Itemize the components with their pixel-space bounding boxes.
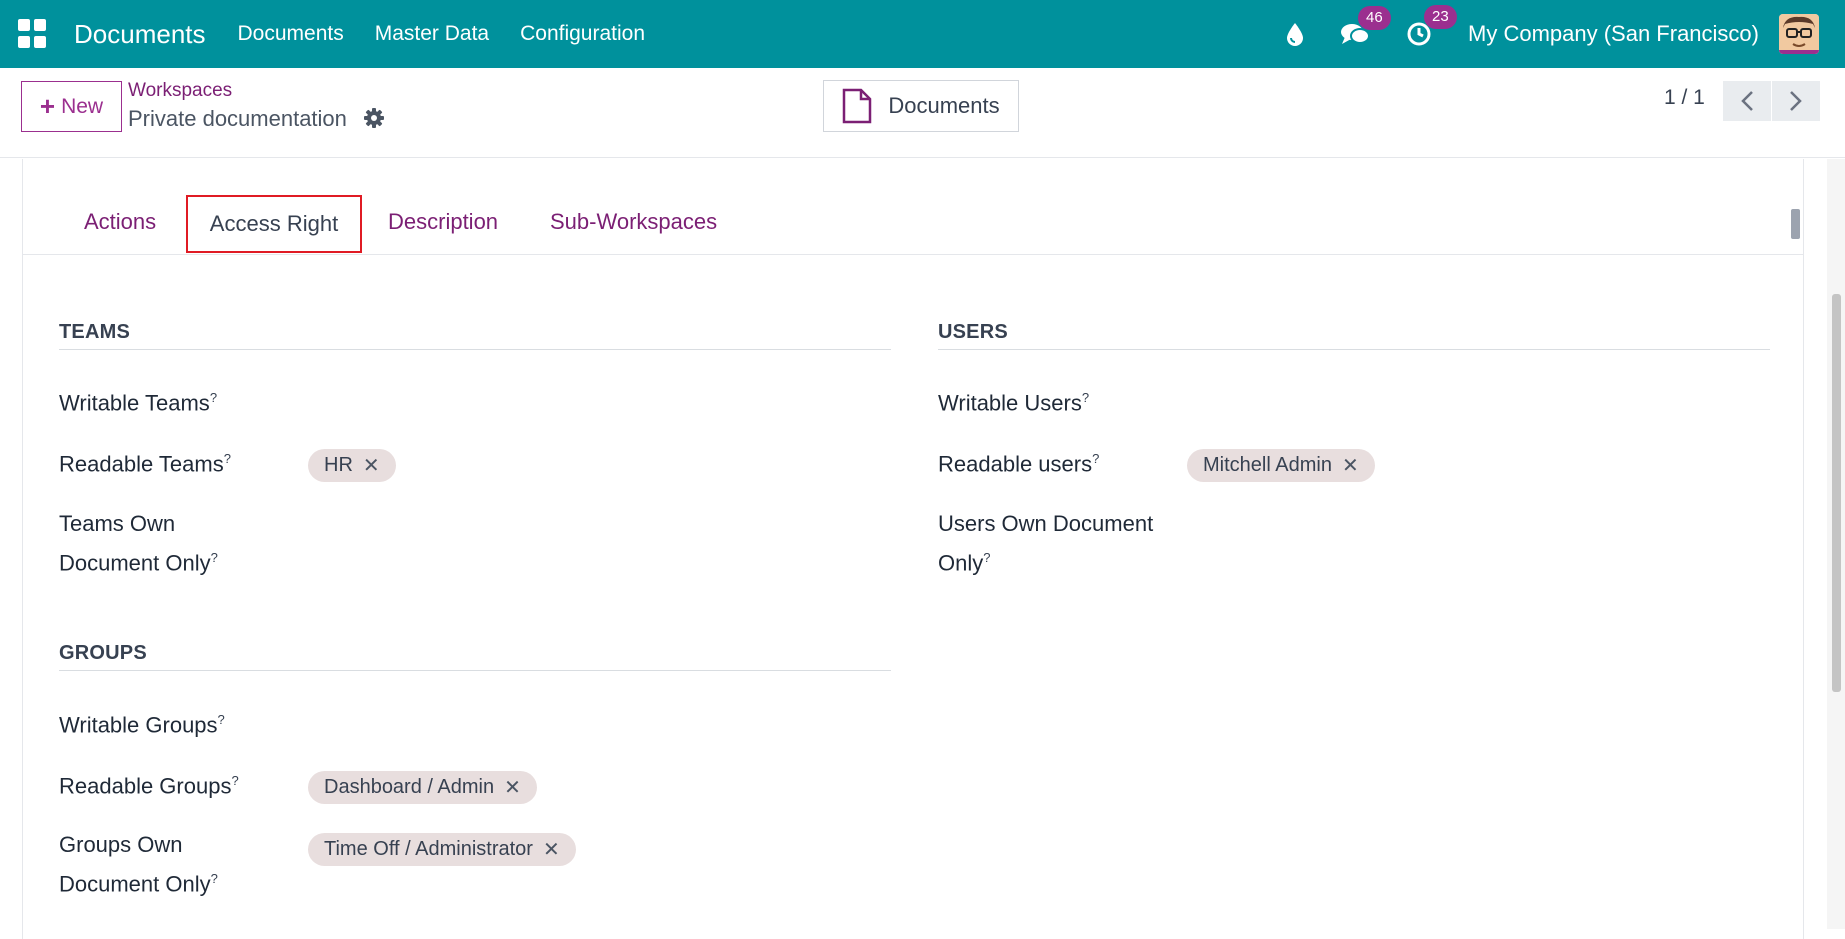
users-section-title: USERS <box>938 321 1008 343</box>
help-icon[interactable]: ? <box>211 550 218 565</box>
menu-documents[interactable]: Documents <box>238 22 344 46</box>
messages-badge: 46 <box>1358 6 1391 30</box>
remove-tag-icon[interactable]: ✕ <box>543 837 560 862</box>
pager-next-button[interactable] <box>1772 81 1820 121</box>
menu-master-data[interactable]: Master Data <box>375 22 489 46</box>
teams-divider <box>59 349 891 350</box>
users-divider <box>938 349 1770 350</box>
tab-actions[interactable]: Actions <box>84 209 156 235</box>
help-icon[interactable]: ? <box>1082 390 1089 405</box>
users-own-document-label: Users Own Document Only? <box>938 511 1154 576</box>
new-button[interactable]: + New <box>21 81 122 132</box>
help-icon[interactable]: ? <box>211 871 218 886</box>
readable-groups-label: Readable Groups? <box>59 773 239 799</box>
droplet-icon[interactable] <box>1286 22 1304 46</box>
readable-users-label: Readable users? <box>938 451 1100 477</box>
notebook-tabs: Actions Access Right Description Sub-Wor… <box>23 195 1803 255</box>
chevron-left-icon <box>1741 91 1753 111</box>
groups-divider <box>59 670 891 671</box>
help-icon[interactable]: ? <box>210 390 217 405</box>
documents-smart-button[interactable]: Documents <box>823 80 1019 132</box>
groups-section-title: GROUPS <box>59 642 147 664</box>
tag-hr: HR ✕ <box>308 449 396 482</box>
chevron-right-icon <box>1790 91 1802 111</box>
file-icon <box>843 88 872 124</box>
apps-menu-icon[interactable] <box>18 19 48 49</box>
control-panel: + New Workspaces Private documentation D… <box>0 68 1845 158</box>
remove-tag-icon[interactable]: ✕ <box>1342 453 1359 478</box>
tag-dashboard-admin: Dashboard / Admin ✕ <box>308 771 537 804</box>
plus-icon: + <box>39 91 56 121</box>
groups-own-document-label: Groups Own Document Only? <box>59 832 218 897</box>
writable-groups-label: Writable Groups? <box>59 712 225 738</box>
page-scrollbar[interactable] <box>1827 159 1845 929</box>
tag-mitchell-admin: Mitchell Admin ✕ <box>1187 449 1375 482</box>
teams-section-title: TEAMS <box>59 321 130 343</box>
teams-own-document-label: Teams Own Document Only? <box>59 511 218 576</box>
chat-icon[interactable]: 46 <box>1340 6 1391 46</box>
breadcrumb-current: Private documentation <box>128 106 347 131</box>
readable-teams-label: Readable Teams? <box>59 451 231 477</box>
tag-time-off-administrator: Time Off / Administrator ✕ <box>308 833 576 866</box>
documents-button-label: Documents <box>888 93 1000 118</box>
tabs-scrollbar[interactable] <box>1788 197 1802 253</box>
pager-value[interactable]: 1 / 1 <box>1664 86 1705 110</box>
app-title[interactable]: Documents <box>74 19 206 50</box>
help-icon[interactable]: ? <box>218 712 225 727</box>
menu-configuration[interactable]: Configuration <box>520 22 645 46</box>
tabs-scrollbar-thumb[interactable] <box>1791 209 1800 239</box>
help-icon[interactable]: ? <box>231 773 238 788</box>
writable-teams-label: Writable Teams? <box>59 390 218 416</box>
help-icon[interactable]: ? <box>224 451 231 466</box>
form-sheet: Actions Access Right Description Sub-Wor… <box>22 159 1804 939</box>
top-navbar: Documents Documents Master Data Configur… <box>0 0 1845 68</box>
activities-badge: 23 <box>1424 5 1457 29</box>
user-avatar[interactable] <box>1779 14 1819 54</box>
help-icon[interactable]: ? <box>1092 451 1099 466</box>
activity-clock-icon[interactable]: 23 <box>1406 5 1457 47</box>
company-switcher[interactable]: My Company (San Francisco) <box>1468 21 1759 47</box>
tab-sub-workspaces[interactable]: Sub-Workspaces <box>550 209 717 235</box>
remove-tag-icon[interactable]: ✕ <box>363 453 380 478</box>
breadcrumb-workspaces[interactable]: Workspaces <box>128 80 232 102</box>
pager-previous-button[interactable] <box>1723 81 1771 121</box>
page-scrollbar-thumb[interactable] <box>1832 294 1841 692</box>
writable-users-label: Writable Users? <box>938 390 1090 416</box>
tab-access-right[interactable]: Access Right <box>186 195 362 253</box>
help-icon[interactable]: ? <box>983 550 990 565</box>
new-button-label: New <box>61 94 104 118</box>
remove-tag-icon[interactable]: ✕ <box>504 775 521 800</box>
tab-description[interactable]: Description <box>388 209 498 235</box>
gear-icon[interactable] <box>364 108 384 133</box>
navbar-systray: 46 23 My Company (San Francisco) <box>1250 0 1819 68</box>
